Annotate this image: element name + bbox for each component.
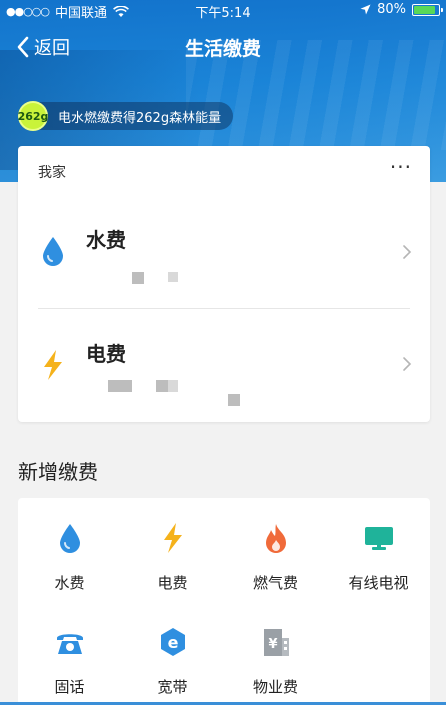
page-title: 生活缴费 <box>184 38 261 60</box>
payment-item-gas[interactable]: 燃气费 <box>224 498 327 598</box>
status-bar: ●●○○○ 中国联通 下午5:14 80% <box>0 0 446 21</box>
navigation-bar: 返回 生活缴费 <box>0 28 446 68</box>
forest-energy-banner[interactable]: 262g 电水燃缴费得262g森林能量 <box>18 101 234 131</box>
battery-percent: 80% <box>377 2 406 17</box>
masked-account <box>132 272 144 284</box>
payment-item-label: 有线电视 <box>348 574 409 592</box>
bill-name: 水费 <box>86 228 126 252</box>
masked-account <box>228 394 240 406</box>
masked-account <box>168 380 178 392</box>
payment-item-cable-tv[interactable]: 有线电视 <box>327 498 430 598</box>
svg-text:¥: ¥ <box>268 637 277 652</box>
energy-badge: 262g <box>18 101 48 131</box>
tv-icon <box>365 527 393 550</box>
broadband-icon: e <box>161 628 185 656</box>
payment-item-broadband[interactable]: e 宽带 <box>121 602 224 702</box>
lightning-icon <box>164 523 182 553</box>
more-options-icon[interactable]: ··· <box>390 157 412 177</box>
masked-account <box>168 272 178 282</box>
bill-name: 电费 <box>86 342 126 366</box>
status-right: 80% <box>360 2 443 17</box>
payment-item-landline[interactable]: 固话 <box>18 602 121 702</box>
svg-text:e: e <box>168 633 179 652</box>
payment-item-label: 物业费 <box>252 678 298 696</box>
telephone-icon <box>57 634 83 654</box>
masked-account <box>156 380 168 392</box>
row-divider <box>38 308 410 309</box>
masked-account <box>108 380 132 392</box>
water-drop-icon <box>43 237 63 266</box>
battery-fill <box>414 5 435 14</box>
chevron-right-icon <box>403 245 412 259</box>
location-arrow-icon <box>360 4 371 15</box>
payment-item-label: 电费 <box>157 574 188 592</box>
new-payment-title: 新增缴费 <box>18 460 98 484</box>
my-home-card: 我家 ··· 水费 电费 <box>18 146 430 422</box>
payment-item-property[interactable]: ¥ 物业费 <box>224 602 327 702</box>
chevron-right-icon <box>403 357 412 371</box>
payment-item-label: 水费 <box>54 574 85 592</box>
property-building-icon: ¥ <box>264 629 289 656</box>
payment-item-label: 宽带 <box>157 678 188 696</box>
payment-item-label: 固话 <box>54 678 85 696</box>
battery-icon <box>412 3 443 16</box>
energy-text: 电水燃缴费得262g森林能量 <box>58 110 222 126</box>
payment-item-label: 燃气费 <box>252 574 298 592</box>
bill-row-water[interactable]: 水费 <box>18 198 430 308</box>
home-group-label: 我家 <box>38 165 66 181</box>
lightning-icon <box>44 350 62 380</box>
payment-item-electric[interactable]: 电费 <box>121 498 224 598</box>
water-drop-icon <box>60 524 80 553</box>
flame-icon <box>266 524 286 553</box>
payment-item-water[interactable]: 水费 <box>18 498 121 598</box>
new-payment-grid: 水费 电费 燃气费 有线电视 固话 e 宽带 ¥ 物业费 <box>18 498 430 705</box>
bill-row-electric[interactable]: 电费 <box>18 312 430 422</box>
